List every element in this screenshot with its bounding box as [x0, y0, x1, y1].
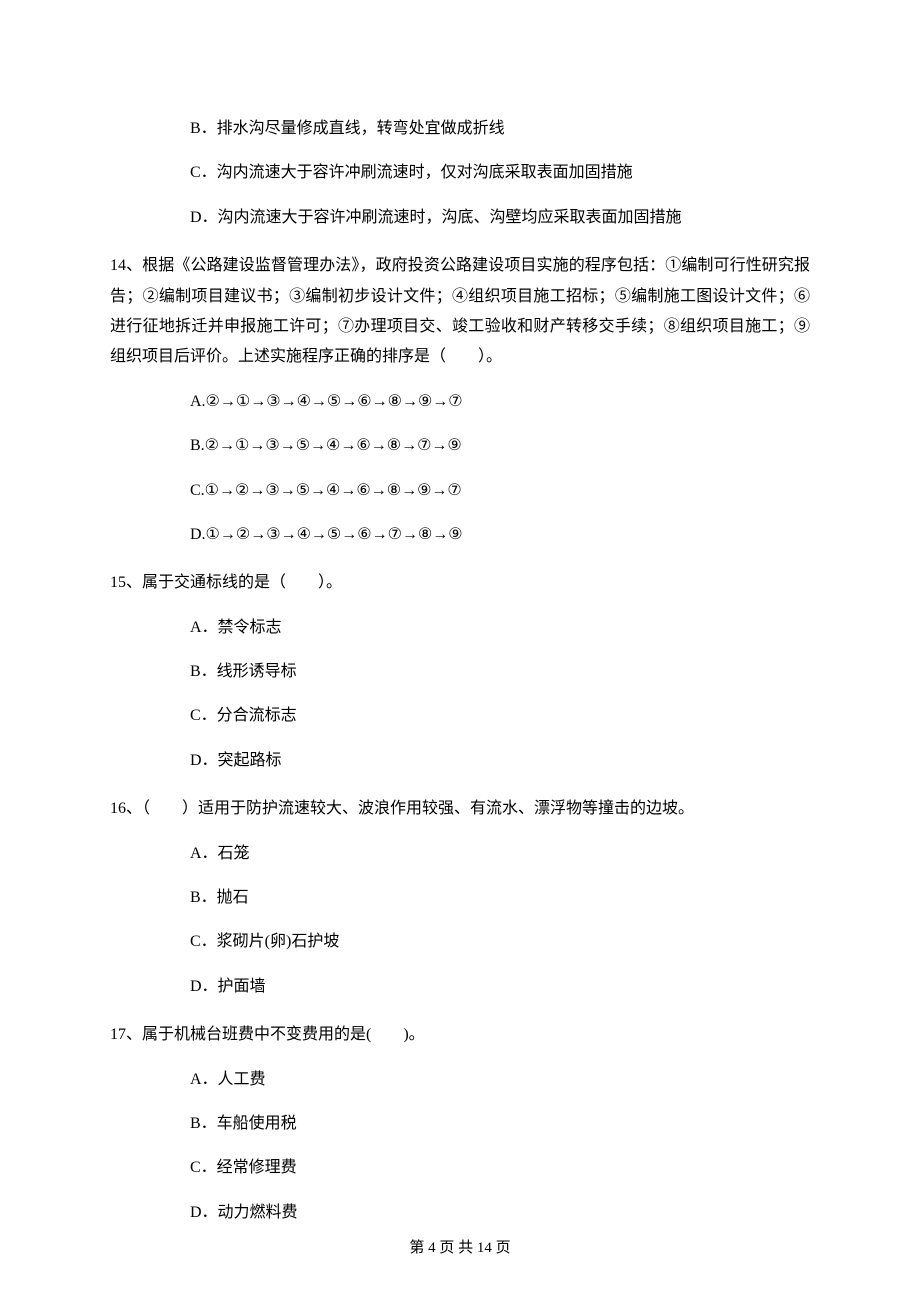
- q14-option-b: B.②→①→③→⑤→④→⑥→⑧→⑦→⑨: [190, 431, 810, 461]
- q16-option-b: B．抛石: [190, 883, 810, 913]
- q14-option-c: C.①→②→③→⑤→④→⑥→⑧→⑨→⑦: [190, 476, 810, 506]
- q15-option-c: C．分合流标志: [190, 701, 810, 731]
- q13-option-b: B．排水沟尽量修成直线，转弯处宜做成折线: [190, 114, 810, 144]
- document-page: B．排水沟尽量修成直线，转弯处宜做成折线 C．沟内流速大于容许冲刷流速时，仅对沟…: [0, 0, 920, 1302]
- q16-option-a: A．石笼: [190, 839, 810, 869]
- q17-option-d: D．动力燃料费: [190, 1198, 810, 1228]
- q17-stem: 17、属于机械台班费中不变费用的是( )。: [110, 1020, 810, 1050]
- q15-option-a: A．禁令标志: [190, 613, 810, 643]
- q17-option-a: A．人工费: [190, 1065, 810, 1095]
- q16-stem: 16、（ ）适用于防护流速较大、波浪作用较强、有流水、漂浮物等撞击的边坡。: [110, 794, 810, 824]
- q13-option-c: C．沟内流速大于容许冲刷流速时，仅对沟底采取表面加固措施: [190, 158, 810, 188]
- q15-option-d: D．突起路标: [190, 746, 810, 776]
- q15-option-b: B．线形诱导标: [190, 657, 810, 687]
- q17-option-b: B．车船使用税: [190, 1109, 810, 1139]
- q14-stem: 14、根据《公路建设监督管理办法》，政府投资公路建设项目实施的程序包括：①编制可…: [110, 251, 810, 373]
- q15-stem: 15、属于交通标线的是（ ）。: [110, 568, 810, 598]
- page-footer: 第 4 页 共 14 页: [0, 1234, 920, 1263]
- q17-option-c: C．经常修理费: [190, 1153, 810, 1183]
- q16-option-c: C．浆砌片(卵)石护坡: [190, 927, 810, 957]
- q16-option-d: D．护面墙: [190, 972, 810, 1002]
- q14-option-d: D.①→②→③→④→⑤→⑥→⑦→⑧→⑨: [190, 520, 810, 550]
- q14-option-a: A.②→①→③→④→⑤→⑥→⑧→⑨→⑦: [190, 387, 810, 417]
- q13-option-d: D．沟内流速大于容许冲刷流速时，沟底、沟壁均应采取表面加固措施: [190, 203, 810, 233]
